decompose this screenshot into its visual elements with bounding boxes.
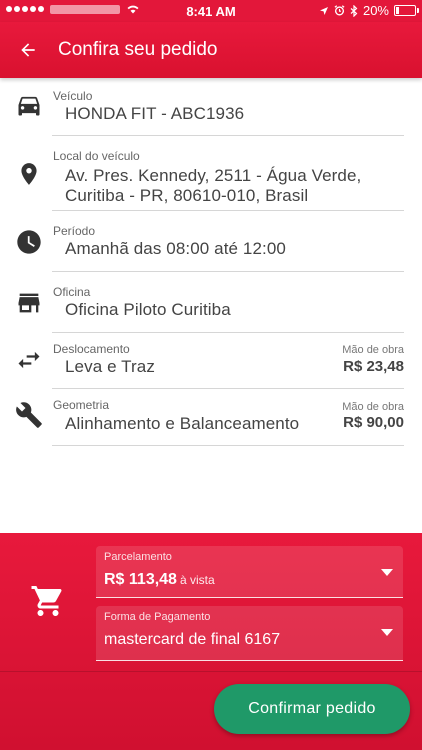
wrench-icon (14, 400, 44, 430)
location-value-line1: Av. Pres. Kennedy, 2511 - Água Verde, (65, 166, 362, 185)
list-item-transport: Deslocamento Leva e Traz Mão de obra R$ … (18, 333, 404, 389)
transport-price-label: Mão de obra (342, 344, 404, 356)
swap-arrows-icon (14, 345, 44, 375)
transport-price: R$ 23,48 (343, 358, 404, 375)
location-arrow-icon (319, 6, 328, 15)
divider (0, 671, 422, 672)
clock-icon (14, 227, 44, 257)
period-label: Período (53, 224, 96, 238)
installments-label: Parcelamento (104, 551, 172, 563)
alarm-icon (334, 5, 345, 16)
transport-label: Deslocamento (53, 342, 130, 356)
status-bar: 8:41 AM 20% (0, 0, 422, 22)
installments-select[interactable]: Parcelamento R$ 113,48 à vista (96, 546, 403, 598)
workshop-label: Oficina (53, 285, 91, 299)
transport-value: Leva e Traz (65, 357, 155, 376)
bluetooth-icon (350, 4, 358, 17)
vehicle-label: Veículo (53, 89, 93, 103)
payment-panel: Parcelamento R$ 113,48 à vista Forma de P… (0, 533, 422, 750)
location-value-line2: Curitiba - PR, 80610-010, Brasil (65, 186, 309, 205)
app-bar: Confira seu pedido (0, 22, 422, 78)
geometry-price: R$ 90,00 (343, 414, 404, 431)
list-item-location: Local do veículo Av. Pres. Kennedy, 2511… (21, 136, 404, 211)
back-button[interactable] (0, 22, 56, 78)
geometry-label: Geometria (53, 398, 110, 412)
workshop-value: Oficina Piloto Curitiba (65, 300, 231, 319)
store-icon (14, 288, 44, 318)
installments-amount: R$ 113,48 (104, 571, 177, 588)
vehicle-value: HONDA FIT - ABC1936 (65, 104, 245, 123)
status-right: 20% (319, 3, 419, 18)
chevron-down-icon (381, 569, 393, 576)
chevron-down-icon (381, 629, 393, 636)
car-icon (14, 90, 44, 120)
battery-percent: 20% (362, 3, 389, 18)
installments-suffix: à vista (179, 573, 215, 587)
geometry-price-label: Mão de obra (342, 401, 404, 413)
geometry-value: Alinhamento e Balanceamento (65, 414, 300, 433)
period-value: Amanhã das 08:00 até 12:00 (65, 239, 286, 258)
list-item-period: Período Amanhã das 08:00 até 12:00 (17, 211, 404, 272)
location-label: Local do veículo (53, 149, 140, 163)
installments-value: R$ 113,48 à vista (104, 571, 215, 589)
back-arrow-icon (21, 43, 35, 57)
list-item-vehicle: Veículo HONDA FIT - ABC1936 (18, 78, 404, 136)
confirm-order-button[interactable]: Confirmar pedido (214, 684, 410, 734)
cart-icon (31, 586, 62, 616)
location-pin-icon (14, 159, 44, 189)
order-details-list: Veículo HONDA FIT - ABC1936 Local do veí… (0, 78, 422, 446)
payment-method-value: mastercard de final 6167 (104, 631, 281, 648)
battery-icon (394, 5, 419, 16)
list-item-geometry: Geometria Alinhamento e Balanceamento Mã… (16, 389, 404, 446)
payment-method-label: Forma de Pagamento (104, 611, 211, 623)
list-item-workshop: Oficina Oficina Piloto Curitiba (18, 272, 404, 333)
payment-method-select[interactable]: Forma de Pagamento mastercard de final 6… (96, 606, 403, 661)
page-title: Confira seu pedido (58, 39, 218, 60)
